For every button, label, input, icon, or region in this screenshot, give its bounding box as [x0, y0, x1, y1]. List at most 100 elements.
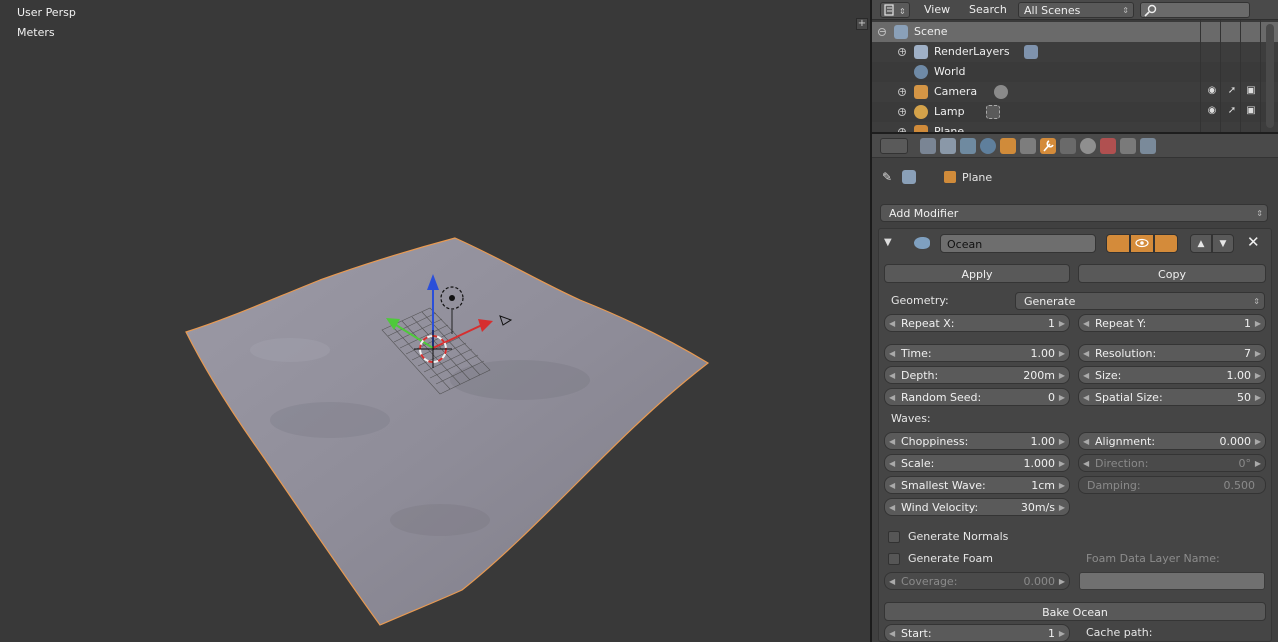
render-layers-tab-icon[interactable] — [940, 138, 956, 154]
outliner-row-lamp[interactable]: + Lamp ◉ ➚ ▣ — [872, 102, 1278, 122]
time-field[interactable]: ◀ Time: 1.00 ▶ — [884, 344, 1070, 362]
outliner-row-camera[interactable]: + Camera ◉ ➚ ▣ — [872, 82, 1278, 102]
scenes-select-value: All Scenes — [1024, 4, 1081, 17]
visibility-eye-icon[interactable]: ◉ — [1206, 105, 1218, 117]
select-arrows-icon: ⇕ — [1253, 297, 1260, 306]
outliner-row-renderlayers[interactable]: + RenderLayers — [872, 42, 1278, 62]
world-tab-icon[interactable] — [980, 138, 996, 154]
damping-slider[interactable]: Damping: 0.500 — [1078, 476, 1266, 494]
choppiness-field[interactable]: ◀ Choppiness: 1.00 ▶ — [884, 432, 1070, 450]
object-tab-icon[interactable] — [1000, 138, 1016, 154]
editmode-toggle-icon[interactable] — [1154, 234, 1178, 253]
context-scene-icon — [902, 170, 916, 184]
constraints-tab-icon[interactable] — [1020, 138, 1036, 154]
add-modifier-select[interactable]: Add Modifier ⇕ — [880, 204, 1268, 222]
context-object-name: Plane — [962, 171, 993, 184]
generate-normals-checkbox[interactable] — [888, 531, 900, 543]
mesh-icon — [914, 125, 928, 132]
select-arrows-icon: ⇕ — [1122, 6, 1129, 15]
editor-type-icon[interactable] — [880, 138, 908, 154]
3d-viewport[interactable]: User Persp Meters + — [0, 0, 870, 642]
view-menu[interactable]: View — [924, 2, 950, 18]
outliner-search-input[interactable] — [1140, 2, 1250, 18]
alignment-field[interactable]: ◀ Alignment: 0.000 ▶ — [1078, 432, 1266, 450]
outliner-row-label: Plane — [934, 125, 965, 132]
geometry-value: Generate — [1024, 295, 1076, 308]
renderability-camera-icon[interactable]: ▣ — [1245, 85, 1257, 97]
renderability-camera-icon[interactable]: ▣ — [1245, 105, 1257, 117]
modifiers-tab-icon[interactable] — [1040, 138, 1056, 154]
render-tab-icon[interactable] — [920, 138, 936, 154]
apply-button[interactable]: Apply — [884, 264, 1070, 283]
expand-icon[interactable]: + — [898, 108, 906, 116]
lamp-data-icon[interactable] — [986, 105, 1000, 119]
depth-field[interactable]: ◀ Depth: 200m ▶ — [884, 366, 1070, 384]
camera-data-icon[interactable] — [994, 85, 1008, 99]
mesh-data-tab-icon[interactable] — [1060, 138, 1076, 154]
bake-ocean-button[interactable]: Bake Ocean — [884, 602, 1266, 621]
coverage-field[interactable]: ◀ Coverage: 0.000 ▶ — [884, 572, 1070, 590]
outliner-row-plane[interactable]: + Plane — [872, 122, 1278, 132]
collapse-icon[interactable]: − — [878, 28, 886, 36]
scene-icon — [894, 25, 908, 39]
selectability-cursor-icon[interactable]: ➚ — [1226, 105, 1238, 117]
spatial-size-field[interactable]: ◀ Spatial Size: 50 ▶ — [1078, 388, 1266, 406]
renderlayers-icon — [914, 45, 928, 59]
outliner-row-label: Scene — [914, 25, 948, 38]
scale-field[interactable]: ◀ Scale: 1.000 ▶ — [884, 454, 1070, 472]
cache-path-label: Cache path: — [1086, 626, 1153, 639]
repeat-x-field[interactable]: ◀ Repeat X: 1 ▶ — [884, 314, 1070, 332]
physics-tab-icon[interactable] — [1140, 138, 1156, 154]
render-toggle-icon[interactable] — [1106, 234, 1130, 253]
modifier-name-input[interactable]: Ocean — [940, 234, 1096, 253]
outliner-row-scene[interactable]: − Scene — [872, 22, 1278, 42]
selectability-cursor-icon[interactable]: ➚ — [1226, 85, 1238, 97]
generate-foam-label: Generate Foam — [908, 552, 993, 565]
waves-label: Waves: — [891, 412, 931, 425]
collapse-triangle-icon[interactable]: ▼ — [884, 237, 892, 248]
foam-layer-label: Foam Data Layer Name: — [1086, 552, 1220, 565]
move-up-icon[interactable]: ▲ — [1190, 234, 1212, 253]
size-field[interactable]: ◀ Size: 1.00 ▶ — [1078, 366, 1266, 384]
particles-tab-icon[interactable] — [1120, 138, 1136, 154]
expand-icon[interactable]: + — [898, 48, 906, 56]
texture-tab-icon[interactable] — [1100, 138, 1116, 154]
smallest-wave-field[interactable]: ◀ Smallest Wave: 1cm ▶ — [884, 476, 1070, 494]
copy-button[interactable]: Copy — [1078, 264, 1266, 283]
properties-tabs — [872, 134, 1278, 158]
generate-foam-checkbox[interactable] — [888, 553, 900, 565]
outliner-row-label: RenderLayers — [934, 45, 1010, 58]
bake-start-field[interactable]: ◀ Start: 1 ▶ — [884, 624, 1070, 642]
scenes-select[interactable]: All Scenes ⇕ — [1018, 2, 1134, 18]
material-tab-icon[interactable] — [1080, 138, 1096, 154]
geometry-select[interactable]: Generate ⇕ — [1015, 292, 1265, 310]
outliner-scrollbar[interactable] — [1266, 24, 1274, 128]
expand-icon[interactable]: + — [898, 88, 906, 96]
outliner-row-label: World — [934, 65, 966, 78]
visibility-eye-icon[interactable]: ◉ — [1206, 85, 1218, 97]
renderlayer-data-icon[interactable] — [1024, 45, 1038, 59]
viewport-toggle-icon[interactable] — [1130, 234, 1154, 253]
random-seed-field[interactable]: ◀ Random Seed: 0 ▶ — [884, 388, 1070, 406]
editor-type-icon[interactable]: ⇕ — [880, 2, 910, 18]
direction-field[interactable]: ◀ Direction: 0° ▶ — [1078, 454, 1266, 472]
properties-editor: ✎ Plane Add Modifier ⇕ ▼ Ocean ▲ ▼ ✕ App… — [872, 134, 1278, 642]
wind-velocity-field[interactable]: ◀ Wind Velocity: 30m/s ▶ — [884, 498, 1070, 516]
outliner-row-label: Lamp — [934, 105, 965, 118]
outliner-row-world[interactable]: World — [872, 62, 1278, 82]
lamp-icon — [914, 105, 928, 119]
resolution-field[interactable]: ◀ Resolution: 7 ▶ — [1078, 344, 1266, 362]
camera-icon — [914, 85, 928, 99]
move-down-icon[interactable]: ▼ — [1212, 234, 1234, 253]
repeat-y-field[interactable]: ◀ Repeat Y: 1 ▶ — [1078, 314, 1266, 332]
outliner-row-label: Camera — [934, 85, 978, 98]
search-menu[interactable]: Search — [969, 2, 1007, 18]
ocean-modifier-icon — [914, 237, 930, 249]
foam-layer-input[interactable] — [1079, 572, 1265, 590]
scene-render — [185, 237, 710, 626]
scene-tab-icon[interactable] — [960, 138, 976, 154]
close-icon[interactable]: ✕ — [1247, 233, 1260, 251]
toolshelf-expand-icon[interactable]: + — [856, 18, 868, 30]
world-icon — [914, 65, 928, 79]
pin-icon[interactable]: ✎ — [882, 170, 896, 184]
